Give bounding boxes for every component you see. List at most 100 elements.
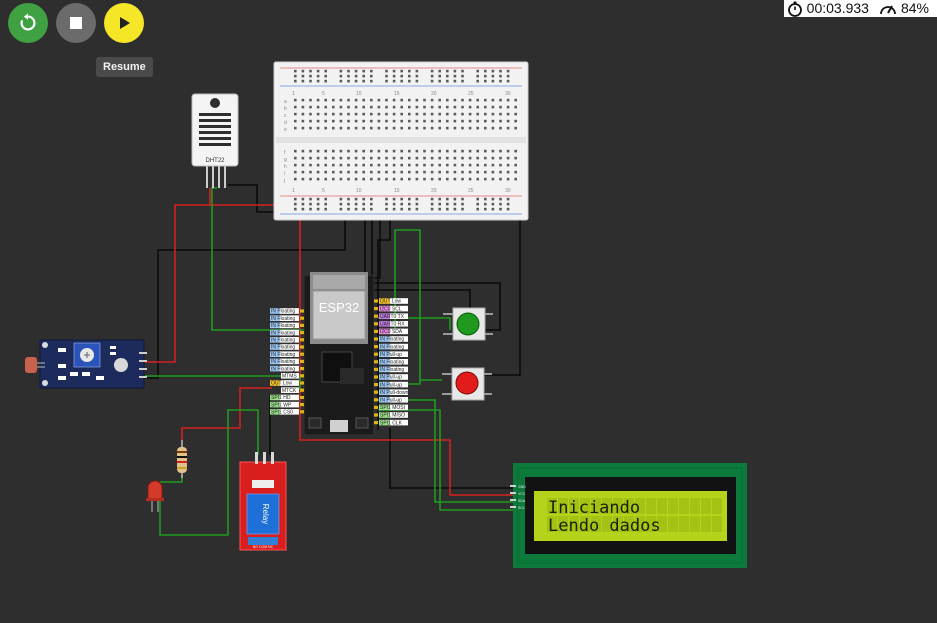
red-pushbutton[interactable] xyxy=(442,367,492,401)
breadboard-hole xyxy=(491,202,495,206)
breadboard-hole xyxy=(339,163,343,167)
breadboard-hole xyxy=(316,126,320,130)
esp32-pin[interactable] xyxy=(374,413,378,417)
esp32-pin[interactable] xyxy=(300,331,304,335)
esp32-pin[interactable] xyxy=(300,381,304,385)
esp32-pin[interactable] xyxy=(300,374,304,378)
breadboard-hole xyxy=(438,207,441,211)
esp32-pin[interactable] xyxy=(300,338,304,342)
relay-module[interactable]: Relay NO COM NC xyxy=(239,452,287,551)
breadboard-hole xyxy=(324,170,327,174)
breadboard-hole xyxy=(332,98,335,102)
lcd-pin-gnd: GND xyxy=(518,485,526,489)
breadboard-hole xyxy=(514,105,517,109)
breadboard-hole xyxy=(476,149,479,153)
resistor[interactable] xyxy=(177,440,187,478)
breadboard-hole xyxy=(294,177,297,181)
esp32-pin[interactable] xyxy=(374,367,378,371)
esp32-pin[interactable] xyxy=(300,309,304,313)
lcd-display[interactable]: Iniciando Lendo dados GND VCC SDA SCL xyxy=(510,463,747,568)
breadboard-hole xyxy=(430,74,434,78)
breadboard-hole xyxy=(370,119,373,123)
esp32-pin[interactable] xyxy=(300,388,304,392)
esp32-pin[interactable] xyxy=(300,323,304,327)
breadboard-hole xyxy=(332,149,335,153)
esp32-pin[interactable] xyxy=(300,316,304,320)
breadboard-hole xyxy=(377,112,381,116)
esp32-pin[interactable] xyxy=(374,337,378,341)
simulation-canvas[interactable]: 1 5 10 15 20 25 30 1 5 10 15 20 25 30 a … xyxy=(0,0,937,623)
breadboard-hole xyxy=(400,105,403,109)
esp32-pin[interactable] xyxy=(374,421,378,425)
breadboard-hole xyxy=(506,105,510,109)
dht22-sensor[interactable]: DHT22 xyxy=(191,93,239,188)
esp32-pin[interactable] xyxy=(300,345,304,349)
breadboard-hole xyxy=(385,197,388,201)
esp32-pin[interactable] xyxy=(374,307,378,311)
wire-red-1 xyxy=(145,188,211,363)
esp32-pin[interactable] xyxy=(374,322,378,326)
esp32-pin[interactable] xyxy=(300,359,304,363)
breadboard-hole xyxy=(499,126,502,130)
breadboard-hole xyxy=(430,105,434,109)
esp32-pin[interactable] xyxy=(374,329,378,333)
esp32-pin[interactable] xyxy=(300,395,304,399)
breadboard-hole xyxy=(347,149,350,153)
breadboard-hole xyxy=(354,163,358,167)
breadboard-hole xyxy=(362,126,365,130)
esp32-pin[interactable] xyxy=(300,352,304,356)
esp32-pin[interactable] xyxy=(374,383,378,387)
breadboard-hole xyxy=(309,74,312,78)
breadboard-hole xyxy=(499,112,502,116)
breadboard-hole xyxy=(484,177,487,181)
stop-button[interactable] xyxy=(56,3,96,43)
esp32-pin[interactable] xyxy=(374,299,378,303)
breadboard-hole xyxy=(332,105,335,109)
breadboard-hole xyxy=(415,202,419,206)
breadboard-hole xyxy=(332,112,335,116)
breadboard-hole xyxy=(362,197,365,201)
esp32-pin[interactable] xyxy=(300,410,304,414)
esp32-pin[interactable] xyxy=(374,314,378,318)
esp32-pin-label: IN Floating xyxy=(271,366,295,372)
esp32-pin[interactable] xyxy=(300,367,304,371)
gauge-icon xyxy=(880,5,896,14)
breadboard-hole xyxy=(324,202,327,206)
breadboard-hole xyxy=(484,98,487,102)
breadboard-hole xyxy=(408,177,411,181)
breadboard-hole xyxy=(400,197,403,201)
breadboard-hole xyxy=(415,149,419,153)
breadboard-hole xyxy=(476,207,479,211)
breadboard-hole xyxy=(332,156,335,160)
resume-button[interactable] xyxy=(104,3,144,43)
breadboard-hole xyxy=(324,119,327,123)
breadboard-hole xyxy=(354,197,358,201)
breadboard-hole xyxy=(294,207,297,211)
wire-green-4 xyxy=(394,229,442,381)
breadboard-hole xyxy=(324,98,327,102)
esp32-pin[interactable] xyxy=(374,345,378,349)
breadboard[interactable]: 1 5 10 15 20 25 30 1 5 10 15 20 25 30 a … xyxy=(273,61,529,221)
breadboard-hole xyxy=(339,98,343,102)
red-led[interactable] xyxy=(146,480,164,512)
esp32-pin[interactable] xyxy=(374,360,378,364)
breadboard-hole xyxy=(491,126,495,130)
breadboard-hole xyxy=(484,112,487,116)
breadboard-hole xyxy=(484,149,487,153)
breadboard-hole xyxy=(438,197,441,201)
esp32-pin[interactable] xyxy=(374,405,378,409)
breadboard-hole xyxy=(301,98,305,102)
esp32-pin[interactable] xyxy=(374,398,378,402)
esp32-pin[interactable] xyxy=(300,403,304,407)
breadboard-hole xyxy=(423,163,426,167)
breadboard-hole xyxy=(354,170,358,174)
esp32-pin[interactable] xyxy=(374,390,378,394)
esp32-pin[interactable] xyxy=(374,375,378,379)
breadboard-hole xyxy=(339,119,343,123)
breadboard-hole xyxy=(309,149,312,153)
ldr-module[interactable] xyxy=(25,339,147,389)
restart-button[interactable] xyxy=(8,3,48,43)
breadboard-hole xyxy=(476,177,479,181)
esp32-pin[interactable] xyxy=(374,352,378,356)
esp32-board[interactable]: ESP32 IN FloatingIN FloatingIN FloatingI… xyxy=(270,272,409,436)
